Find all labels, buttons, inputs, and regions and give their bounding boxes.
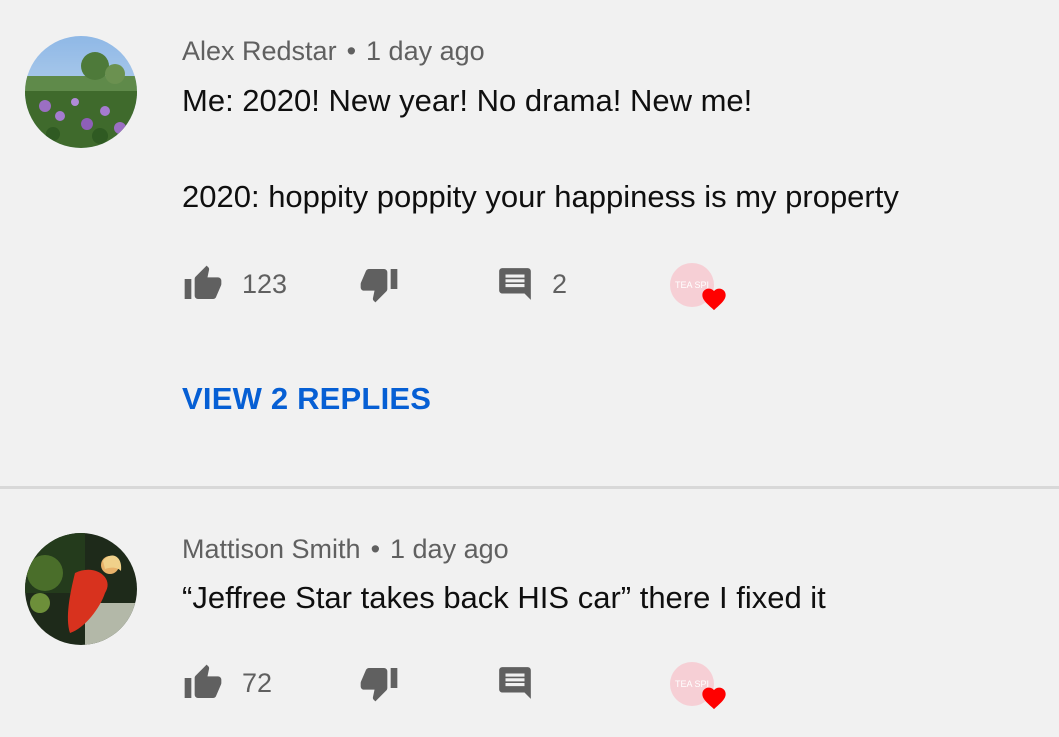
avatar[interactable]: [25, 533, 137, 645]
author-name[interactable]: Alex Redstar: [182, 36, 337, 66]
avatar[interactable]: [25, 36, 137, 148]
like-button[interactable]: 123: [182, 259, 287, 309]
thumbs-down-icon: [360, 269, 398, 303]
comment-time[interactable]: 1 day ago: [366, 36, 485, 66]
thumbs-down-icon: [360, 668, 398, 702]
creator-heart-badge[interactable]: TEA SPI: [670, 262, 730, 312]
comment-meta: Mattison Smith • 1 day ago: [182, 534, 509, 565]
heart-icon: [702, 288, 726, 311]
comment-text: Me: 2020! New year! No drama! New me! 20…: [182, 83, 899, 214]
avatar-image: [25, 36, 137, 148]
like-count: 123: [242, 268, 288, 299]
comment-actions: 72 TEA SPI: [182, 658, 782, 711]
comment-thread: Alex Redstar • 1 day ago Me: 2020! New yea…: [0, 0, 1059, 487]
separator-dot: •: [370, 534, 381, 564]
creator-heart-badge[interactable]: TEA SPI: [670, 661, 730, 711]
comment-meta: Alex Redstar • 1 day ago: [182, 36, 485, 67]
avatar-image: [25, 533, 137, 645]
reply-button[interactable]: 2: [496, 259, 567, 309]
thumbs-up-icon: [184, 265, 222, 299]
thumbs-up-icon: [184, 664, 222, 698]
reply-button[interactable]: [496, 658, 534, 708]
author-name[interactable]: Mattison Smith: [182, 534, 361, 564]
reply-comment-icon: [499, 268, 531, 300]
comment-thread: Mattison Smith • 1 day ago “Jeffree Star t…: [0, 489, 1059, 737]
like-count: 72: [242, 667, 273, 698]
reply-comment-icon: [499, 667, 531, 699]
view-replies-link[interactable]: VIEW 2 REPLIES: [182, 381, 431, 417]
comment-actions: 123 2 TEA SPI: [182, 259, 782, 312]
heart-icon: [702, 687, 726, 710]
comment-text: “Jeffree Star takes back HIS car” there …: [182, 580, 826, 615]
reply-count: 2: [552, 268, 568, 299]
comment-time[interactable]: 1 day ago: [390, 534, 509, 564]
dislike-button[interactable]: [358, 259, 400, 309]
dislike-button[interactable]: [358, 658, 400, 708]
separator-dot: •: [346, 36, 357, 66]
like-button[interactable]: 72: [182, 658, 272, 708]
